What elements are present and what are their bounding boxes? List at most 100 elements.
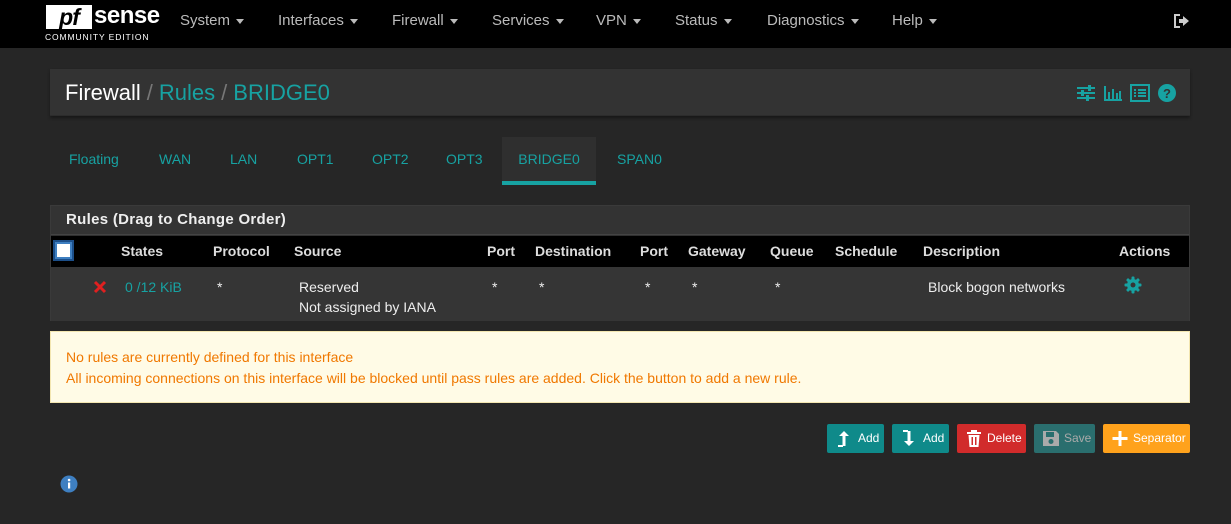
separator-button[interactable]: Separator [1103,424,1190,453]
caret-down-icon [349,18,358,24]
col-source: Source [294,243,342,259]
info-icon[interactable] [60,475,78,493]
pfsense-logo[interactable]: pf sense COMMUNITY EDITION [44,3,160,45]
logo-edition: COMMUNITY EDITION [45,32,150,42]
rules-panel-header: Rules (Drag to Change Order) [51,206,1189,235]
svg-text:?: ? [1163,86,1171,101]
row-destination: * [539,279,545,295]
breadcrumb: Firewall / Rules / BRIDGE0 [65,79,330,106]
trash-icon [965,429,983,448]
caret-down-icon [632,18,641,24]
breadcrumb-separator: / [146,80,153,105]
delete-label: Delete [987,431,1022,445]
row-dest-port: * [645,279,651,295]
add-bottom-label: Add [923,431,945,445]
breadcrumb-icons: ? [1076,83,1176,103]
row-source-line2: Not assigned by IANA [299,299,436,315]
tab-opt3[interactable]: OPT3 [446,137,483,185]
list-icon[interactable] [1130,83,1150,103]
save-button[interactable]: Save [1034,424,1095,453]
row-source-line1: Reserved [299,279,359,295]
sliders-icon[interactable] [1076,83,1096,103]
alert-line2: All incoming connections on this interfa… [66,370,802,386]
logo-sense: sense [94,2,160,29]
col-states: States [121,243,164,259]
tab-bridge0[interactable]: BRIDGE0 [502,137,596,185]
breadcrumb-separator: / [221,80,228,105]
nav-status[interactable]: Status [675,0,732,48]
row-port: * [492,279,498,295]
save-icon [1042,429,1060,448]
add-top-button[interactable]: Add [827,424,884,453]
block-x-icon [93,280,107,294]
arrow-down-icon [900,429,918,448]
row-protocol: * [217,279,223,295]
tab-floating[interactable]: Floating [69,137,119,185]
add-bottom-button[interactable]: Add [892,424,949,453]
nav-firewall-label: Firewall [392,12,444,29]
row-description: Block bogon networks [928,279,1065,295]
alert-line1: No rules are currently defined for this … [66,349,354,365]
bar-chart-icon[interactable] [1103,83,1123,103]
tab-wan[interactable]: WAN [159,137,191,185]
col-dest-port: Port [640,243,668,259]
col-gateway: Gateway [688,243,746,259]
col-queue: Queue [770,243,814,259]
nav-help[interactable]: Help [892,0,937,48]
breadcrumb-firewall: Firewall [65,80,141,105]
add-top-label: Add [858,431,880,445]
nav-vpn[interactable]: VPN [596,0,641,48]
sign-out-icon[interactable] [1172,12,1190,30]
row-queue: * [775,279,781,295]
no-rules-alert: No rules are currently defined for this … [50,331,1190,403]
logo-pf: pf [46,5,92,29]
caret-down-icon [850,18,859,24]
tab-lan[interactable]: LAN [230,137,257,185]
breadcrumb-panel: Firewall / Rules / BRIDGE0 ? [50,69,1190,116]
nav-firewall[interactable]: Firewall [392,0,458,48]
nav-services-label: Services [492,12,550,29]
col-actions: Actions [1119,243,1171,259]
col-destination: Destination [535,243,612,259]
row-source: Reserved Not assigned by IANA [299,277,436,317]
nav-services[interactable]: Services [492,0,564,48]
save-label: Save [1064,431,1092,445]
rules-table-header: States Protocol Source Port Destination … [51,236,1189,267]
nav-interfaces-label: Interfaces [278,12,344,29]
row-gateway: * [692,279,698,295]
arrow-up-icon [835,429,853,448]
row-states[interactable]: 0 /12 KiB [125,277,182,297]
breadcrumb-rules-link[interactable]: Rules [159,80,215,105]
separator-label: Separator [1133,431,1186,445]
caret-down-icon [723,18,732,24]
rules-panel: Rules (Drag to Change Order) States Prot… [50,205,1190,321]
caret-down-icon [236,18,245,24]
plus-icon [1111,429,1129,448]
nav-diagnostics[interactable]: Diagnostics [767,0,859,48]
caret-down-icon [555,18,564,24]
navbar: pf sense COMMUNITY EDITION System Interf… [0,0,1231,48]
caret-down-icon [449,18,458,24]
rules-panel-title: Rules (Drag to Change Order) [66,211,287,228]
tab-opt2[interactable]: OPT2 [372,137,409,185]
nav-system-label: System [180,12,231,29]
nav-diagnostics-label: Diagnostics [767,12,845,29]
nav-help-label: Help [892,12,923,29]
col-schedule: Schedule [835,243,898,259]
caret-down-icon [928,18,937,24]
delete-button[interactable]: Delete [957,424,1026,453]
gear-icon[interactable] [1124,276,1142,294]
nav-interfaces[interactable]: Interfaces [278,0,358,48]
nav-status-label: Status [675,12,718,29]
nav-vpn-label: VPN [596,12,627,29]
table-row[interactable]: 0 /12 KiB * Reserved Not assigned by IAN… [51,267,1189,321]
nav-system[interactable]: System [180,0,245,48]
col-port: Port [487,243,515,259]
help-icon[interactable]: ? [1157,83,1177,103]
breadcrumb-bridge0-link[interactable]: BRIDGE0 [233,80,330,105]
tab-opt1[interactable]: OPT1 [297,137,334,185]
col-protocol: Protocol [213,243,270,259]
tab-span0[interactable]: SPAN0 [617,137,662,185]
select-all-checkbox[interactable] [55,242,72,259]
col-description: Description [923,243,1001,259]
